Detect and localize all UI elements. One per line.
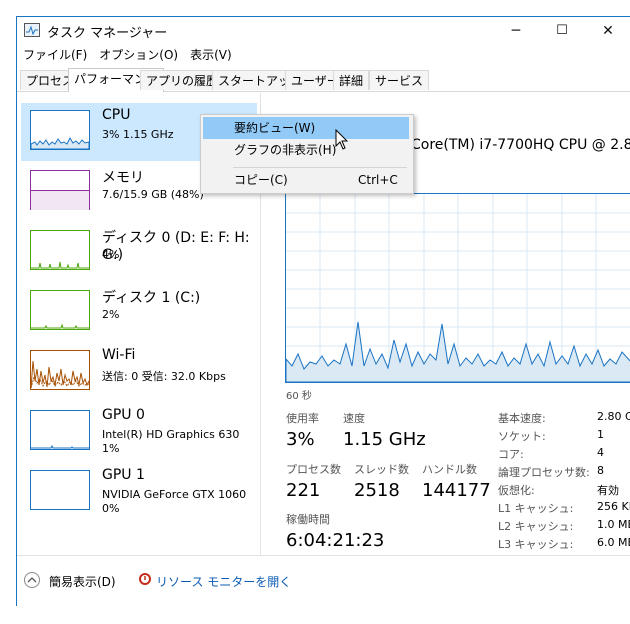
resource-monitor-icon: [139, 573, 151, 585]
close-button[interactable]: ✕: [585, 17, 630, 45]
resource-detail: NVIDIA GeForce GTX 1060: [102, 488, 247, 501]
spec-value: 4: [597, 446, 604, 459]
spec-value: 8: [597, 464, 604, 477]
cpu-usage-graph: [285, 193, 630, 383]
minimize-button[interactable]: ─: [493, 17, 539, 45]
menu-options[interactable]: オプション(O): [93, 45, 184, 65]
task-manager-window: タスク マネージャー ─ ☐ ✕ ファイル(F) オプション(O) 表示(V) プロ…: [16, 16, 630, 606]
window-title: タスク マネージャー: [47, 26, 168, 41]
speed-value: 1.15 GHz: [343, 429, 426, 450]
resource-detail: Intel(R) HD Graphics 630: [102, 428, 240, 441]
task-manager-icon: [24, 23, 40, 37]
usage-value: 3%: [286, 429, 315, 450]
spec-value: 6.0 MB: [597, 536, 630, 549]
spec-label: 仮想化:: [498, 484, 535, 497]
spec-label: L3 キャッシュ:: [498, 538, 574, 551]
mouse-cursor-icon: [335, 129, 349, 150]
tab-details[interactable]: 詳細: [333, 70, 370, 90]
menu-file[interactable]: ファイル(F): [17, 45, 93, 65]
disk1-thumbnail-graph: [30, 290, 90, 330]
title-bar: タスク マネージャー ─ ☐ ✕: [17, 17, 630, 45]
threads-value: 2518: [354, 480, 400, 501]
maximize-button[interactable]: ☐: [539, 17, 585, 45]
gpu1-thumbnail-graph: [30, 470, 90, 510]
usage-label: 使用率: [286, 412, 319, 425]
context-item-shortcut: Ctrl+C: [358, 173, 398, 187]
spec-value: 1: [597, 428, 604, 441]
spec-label: コア:: [498, 448, 524, 461]
footer-bar: 簡易表示(D) リソース モニターを開く: [17, 555, 630, 606]
resource-item-wifi[interactable]: Wi-Fi 送信: 0 受信: 32.0 Kbps: [21, 343, 257, 401]
processes-label: プロセス数: [286, 463, 341, 476]
spec-value: 256 KB: [597, 500, 630, 513]
cpu-model-name: Core(TM) i7-7700HQ CPU @ 2.8: [411, 137, 630, 153]
memory-thumbnail-graph: [30, 170, 90, 210]
context-item-hide-graphs[interactable]: グラフの非表示(H): [203, 139, 409, 161]
wifi-thumbnail-graph: [30, 350, 90, 390]
gpu0-thumbnail-graph: [30, 410, 90, 450]
context-item-label: 要約ビュー(W): [234, 121, 316, 135]
uptime-label: 稼働時間: [286, 513, 330, 526]
disk0-thumbnail-graph: [30, 230, 90, 270]
resource-detail: 4%: [102, 248, 120, 261]
speed-label: 速度: [343, 412, 365, 425]
handles-value: 144177: [422, 480, 491, 501]
tab-services[interactable]: サービス: [369, 70, 430, 90]
resource-name: ディスク 1 (C:): [102, 290, 201, 306]
resource-name: CPU: [102, 107, 131, 123]
context-item-copy[interactable]: コピー(C) Ctrl+C: [203, 169, 409, 191]
menu-view[interactable]: 表示(V): [184, 45, 238, 65]
resource-detail: 7.6/15.9 GB (48%): [102, 188, 204, 201]
spec-label: L2 キャッシュ:: [498, 520, 574, 533]
resource-name: GPU 1: [102, 467, 145, 483]
menu-bar: ファイル(F) オプション(O) 表示(V): [17, 45, 630, 65]
spec-label: L1 キャッシュ:: [498, 502, 574, 515]
open-resource-monitor-link[interactable]: リソース モニターを開く: [156, 573, 291, 590]
handles-label: ハンドル数: [422, 463, 477, 476]
resource-name: GPU 0: [102, 407, 145, 423]
resource-detail: 3% 1.15 GHz: [102, 128, 174, 141]
cpu-thumbnail-graph: [30, 110, 90, 150]
resource-usage: 0%: [102, 502, 120, 515]
resource-item-gpu0[interactable]: GPU 0 Intel(R) HD Graphics 630 1%: [21, 403, 257, 461]
context-separator: [233, 167, 407, 168]
spec-value: 2.80 GH: [597, 410, 630, 423]
resource-item-disk1[interactable]: ディスク 1 (C:) 2%: [21, 283, 257, 341]
uptime-value: 6:04:21:23: [286, 530, 385, 551]
context-item-summary-view[interactable]: 要約ビュー(W): [203, 117, 409, 139]
context-item-label: コピー(C): [234, 173, 288, 187]
resource-usage: 1%: [102, 442, 120, 455]
context-menu: 要約ビュー(W) グラフの非表示(H) コピー(C) Ctrl+C: [200, 114, 414, 194]
tab-bar: プロセス パフォーマンス アプリの履歴 スタートアップ ユーザー 詳細 サービス: [17, 68, 630, 92]
spec-value: 有効: [597, 484, 619, 497]
fewer-details-button[interactable]: 簡易表示(D): [49, 573, 116, 590]
spec-label: ソケット:: [498, 430, 546, 443]
spec-value: 1.0 MB: [597, 518, 630, 531]
resource-item-disk0[interactable]: ディスク 0 (D: E: F: H: G:) 4%: [21, 223, 257, 281]
processes-value: 221: [286, 480, 321, 501]
resource-detail: 2%: [102, 308, 120, 321]
chevron-up-icon[interactable]: [24, 572, 40, 588]
graph-time-range: 60 秒: [286, 391, 312, 402]
resource-item-gpu1[interactable]: GPU 1 NVIDIA GeForce GTX 1060 0%: [21, 463, 257, 521]
resource-name: Wi-Fi: [102, 347, 136, 363]
resource-name: ディスク 0 (D: E: F: H: G:): [102, 230, 250, 263]
resource-name: メモリ: [102, 170, 144, 186]
threads-label: スレッド数: [354, 463, 409, 476]
spec-label: 論理プロセッサ数:: [498, 466, 590, 479]
context-item-label: グラフの非表示(H): [234, 143, 337, 157]
resource-detail: 送信: 0 受信: 32.0 Kbps: [102, 370, 226, 383]
spec-label: 基本速度:: [498, 412, 546, 425]
